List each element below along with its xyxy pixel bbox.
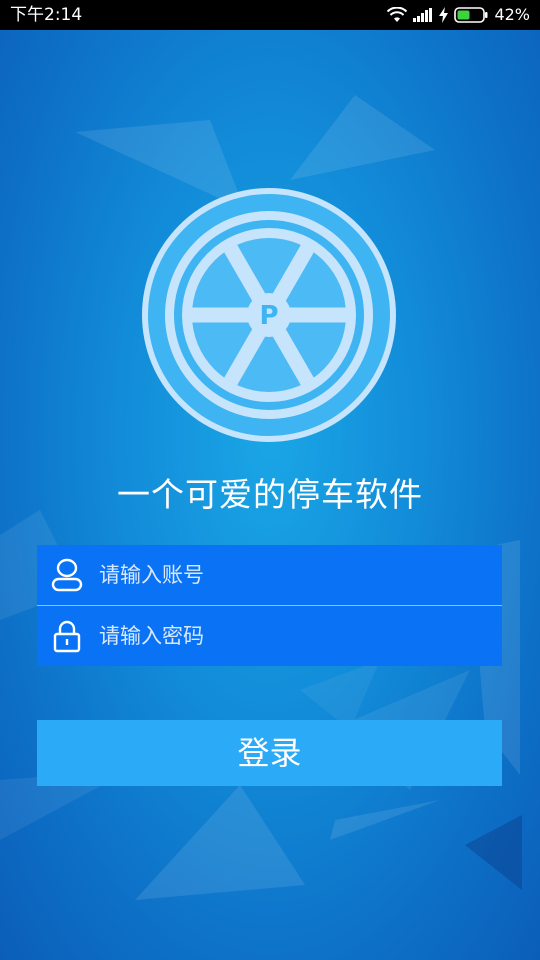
status-bar: 下午2:14 42% <box>0 0 540 30</box>
battery-percent: 42% <box>494 5 530 24</box>
login-screen: 下午2:14 42% P 一个可爱的停车软件 请输入账号 登录 <box>0 0 540 960</box>
charging-icon <box>439 7 449 23</box>
login-form <box>37 545 502 666</box>
login-button[interactable]: 登录 <box>37 720 502 786</box>
lock-icon <box>51 619 83 653</box>
password-field <box>37 605 502 666</box>
signal-icon <box>413 8 433 22</box>
account-input[interactable] <box>99 545 502 605</box>
app-slogan: 一个可爱的停车软件 <box>117 475 423 514</box>
status-time: 下午2:14 <box>10 5 83 25</box>
app-logo: P <box>142 188 396 442</box>
user-icon <box>51 558 83 592</box>
wifi-icon <box>387 7 408 23</box>
battery-icon <box>454 7 488 23</box>
logo-letter: P <box>259 301 278 331</box>
account-field <box>37 545 502 605</box>
password-input[interactable] <box>99 606 502 666</box>
status-icons: 42% <box>387 0 530 30</box>
